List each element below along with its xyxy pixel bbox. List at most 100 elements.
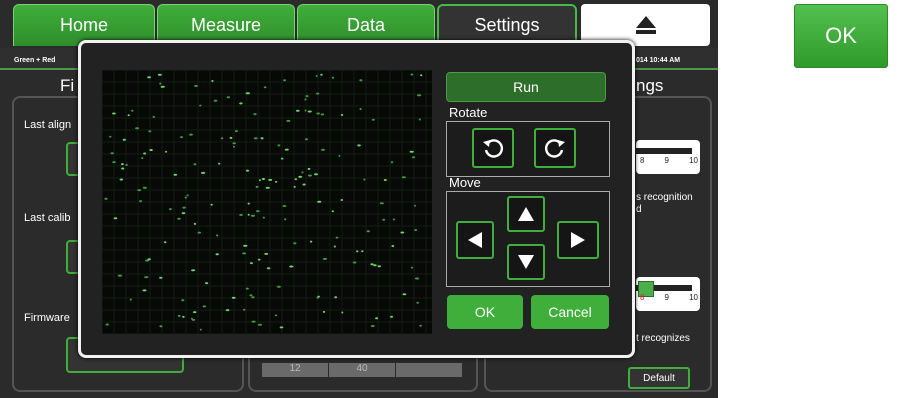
bead-dot: [131, 109, 134, 112]
bead-dot: [137, 189, 142, 192]
bead-dot: [250, 262, 253, 265]
bead-dot: [314, 173, 318, 176]
bead-dot: [282, 205, 287, 207]
bead-dot: [257, 258, 261, 261]
move-left-button[interactable]: [456, 221, 494, 259]
bead-dot: [352, 261, 357, 264]
bead-dot: [216, 234, 219, 237]
rotate-cw-button[interactable]: [534, 128, 576, 168]
bead-dot: [110, 152, 114, 155]
bead-dot: [279, 326, 284, 329]
bead-dot: [229, 136, 233, 139]
move-right-button[interactable]: [557, 221, 599, 259]
bead-dot: [338, 154, 341, 157]
bead-dot: [181, 212, 186, 215]
run-button[interactable]: Run: [446, 72, 606, 102]
bead-dot: [412, 156, 416, 159]
rotate-ccw-icon: [483, 139, 503, 158]
bead-dot: [192, 318, 195, 321]
bead-dot: [359, 79, 363, 82]
ok-button[interactable]: OK: [794, 4, 888, 68]
bead-dot: [414, 204, 416, 207]
left-panel-heading: Fi: [60, 76, 75, 95]
bead-dot: [239, 213, 243, 216]
bead-dot: [226, 96, 230, 99]
bead-dot: [152, 115, 156, 118]
bead-dot: [243, 244, 248, 247]
bead-dot: [112, 161, 116, 164]
bead-dot: [382, 218, 386, 221]
bead-dot: [211, 80, 214, 82]
firmware-label: Firmware: [24, 312, 70, 324]
bead-dot: [243, 308, 246, 311]
bead-dot: [135, 127, 140, 130]
bead-dot: [112, 112, 116, 115]
bead-dot: [359, 108, 362, 110]
bead-dot: [193, 222, 197, 225]
bead-dot: [266, 267, 271, 270]
bead-dot: [296, 109, 300, 112]
slider-ticks: 8 9 10: [640, 156, 698, 165]
bead-dot: [181, 299, 185, 302]
bead-dot: [177, 314, 181, 317]
bead-dot: [315, 75, 318, 77]
bead-dot: [253, 137, 258, 140]
bead-dot: [231, 296, 236, 299]
bead-dot: [250, 214, 255, 217]
bead-dot: [340, 199, 344, 201]
bead-dot: [182, 315, 185, 318]
bead-dot: [316, 296, 319, 299]
recognition-slider-1[interactable]: 8 9 10: [636, 140, 700, 174]
bead-dot: [391, 245, 395, 247]
bead-dot: [122, 138, 126, 141]
bead-dot: [215, 253, 219, 256]
status-time: 014 10:44 AM: [636, 57, 681, 64]
move-down-button[interactable]: [507, 244, 545, 280]
bead-dot: [302, 183, 306, 186]
bead-dot: [194, 84, 198, 87]
bead-dot: [245, 287, 249, 290]
bead-dot: [392, 218, 395, 221]
default-button[interactable]: Default: [628, 367, 690, 389]
bead-dot: [119, 178, 124, 181]
bead-dot: [242, 252, 247, 255]
dialog-ok-button[interactable]: OK: [447, 295, 523, 329]
fluorescence-image-viewer[interactable]: [102, 70, 432, 334]
bead-dot: [341, 311, 344, 314]
bead-dot: [142, 186, 147, 189]
rotate-ccw-button[interactable]: [472, 128, 514, 168]
bead-dot: [363, 178, 366, 181]
bead-dot: [334, 296, 338, 299]
bead-dot: [109, 135, 112, 138]
bead-dot: [104, 197, 108, 200]
bead-dot: [308, 174, 312, 177]
bead-dot: [239, 102, 243, 105]
bead-dot: [414, 277, 420, 280]
bead-dot: [184, 196, 187, 199]
bead-dot: [202, 305, 206, 308]
bead-dot: [390, 315, 394, 318]
dialog-cancel-button[interactable]: Cancel: [531, 295, 609, 329]
bead-dot: [410, 73, 414, 76]
recognition-label-2: d: [636, 204, 642, 215]
move-up-button[interactable]: [507, 196, 545, 232]
bead-dot: [251, 296, 255, 299]
bead-dot: [409, 150, 414, 153]
rotate-label: Rotate: [449, 105, 488, 120]
bead-dot: [370, 263, 374, 266]
bead-dot: [173, 173, 178, 176]
bead-dot: [370, 325, 375, 327]
recognition-slider-2[interactable]: 8 9 10: [636, 277, 700, 311]
bead-dot: [366, 230, 370, 233]
bead-dot: [263, 86, 267, 89]
bead-dot: [205, 282, 209, 285]
bead-dot: [316, 112, 320, 115]
bead-dot: [220, 137, 224, 140]
bead-dot: [322, 257, 327, 260]
bead-dot: [141, 157, 144, 159]
bead-dot: [294, 178, 298, 181]
bead-dot: [277, 144, 281, 147]
bead-dot: [414, 229, 418, 231]
bead-dot: [258, 179, 261, 182]
bead-dot: [281, 157, 284, 160]
